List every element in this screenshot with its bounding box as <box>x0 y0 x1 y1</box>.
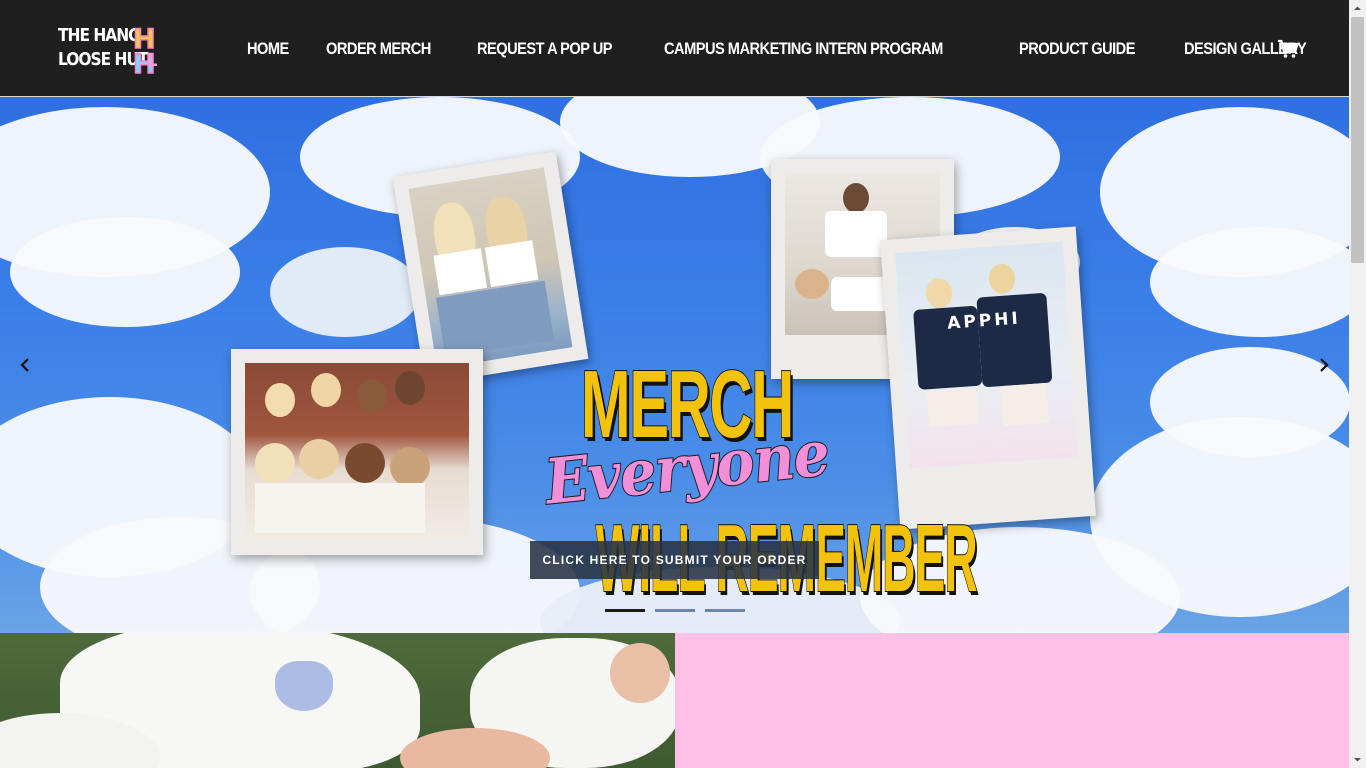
nav-order-merch[interactable]: ORDER MERCH <box>326 37 431 61</box>
logo-mark-icon: H H L <box>132 23 157 76</box>
scroll-up-icon[interactable] <box>1349 0 1366 17</box>
slider-next-button[interactable] <box>1317 355 1331 375</box>
site-logo[interactable]: THE HANG LOOSE HUT H H L <box>58 22 164 76</box>
featured-photo-panel <box>0 633 675 768</box>
slider-prev-button[interactable] <box>18 355 32 375</box>
logo-line-1: THE HANG <box>58 25 141 46</box>
scroll-down-icon[interactable] <box>1349 751 1366 768</box>
page-scrollbar[interactable] <box>1349 0 1366 768</box>
nav-campus-marketing-intern-program[interactable]: CAMPUS MARKETING INTERN PROGRAM <box>664 37 943 61</box>
nav-home[interactable]: HOME <box>247 37 289 61</box>
slider-pagination <box>605 609 745 613</box>
cart-icon <box>1278 39 1299 58</box>
svg-text:L: L <box>146 50 157 71</box>
submit-order-button[interactable]: CLICK HERE TO SUBMIT YOUR ORDER <box>530 541 819 579</box>
hero-slider: APPHI MERCH WILL REMEMBER Everyone CLICK… <box>0 97 1349 633</box>
main-nav: HOME ORDER MERCH REQUEST A POP UP CAMPUS… <box>247 37 1326 61</box>
slider-dot-3[interactable] <box>705 609 745 612</box>
chevron-left-icon <box>20 358 29 372</box>
nav-request-pop-up[interactable]: REQUEST A POP UP <box>477 37 613 61</box>
nav-product-guide[interactable]: PRODUCT GUIDE <box>1019 37 1135 61</box>
hero-headline: MERCH WILL REMEMBER Everyone <box>497 349 978 629</box>
slider-dot-2[interactable] <box>655 609 695 612</box>
chevron-right-icon <box>1320 358 1329 372</box>
slider-dot-1[interactable] <box>605 609 645 612</box>
cart-button[interactable] <box>1277 38 1299 60</box>
polaroid-photo-2 <box>231 349 483 555</box>
scrollbar-thumb[interactable] <box>1351 17 1364 263</box>
site-header: THE HANG LOOSE HUT H H L HOME ORDER MERC… <box>0 0 1349 97</box>
pink-content-panel <box>675 633 1349 768</box>
polaroid-photo-4: APPHI <box>880 226 1096 530</box>
